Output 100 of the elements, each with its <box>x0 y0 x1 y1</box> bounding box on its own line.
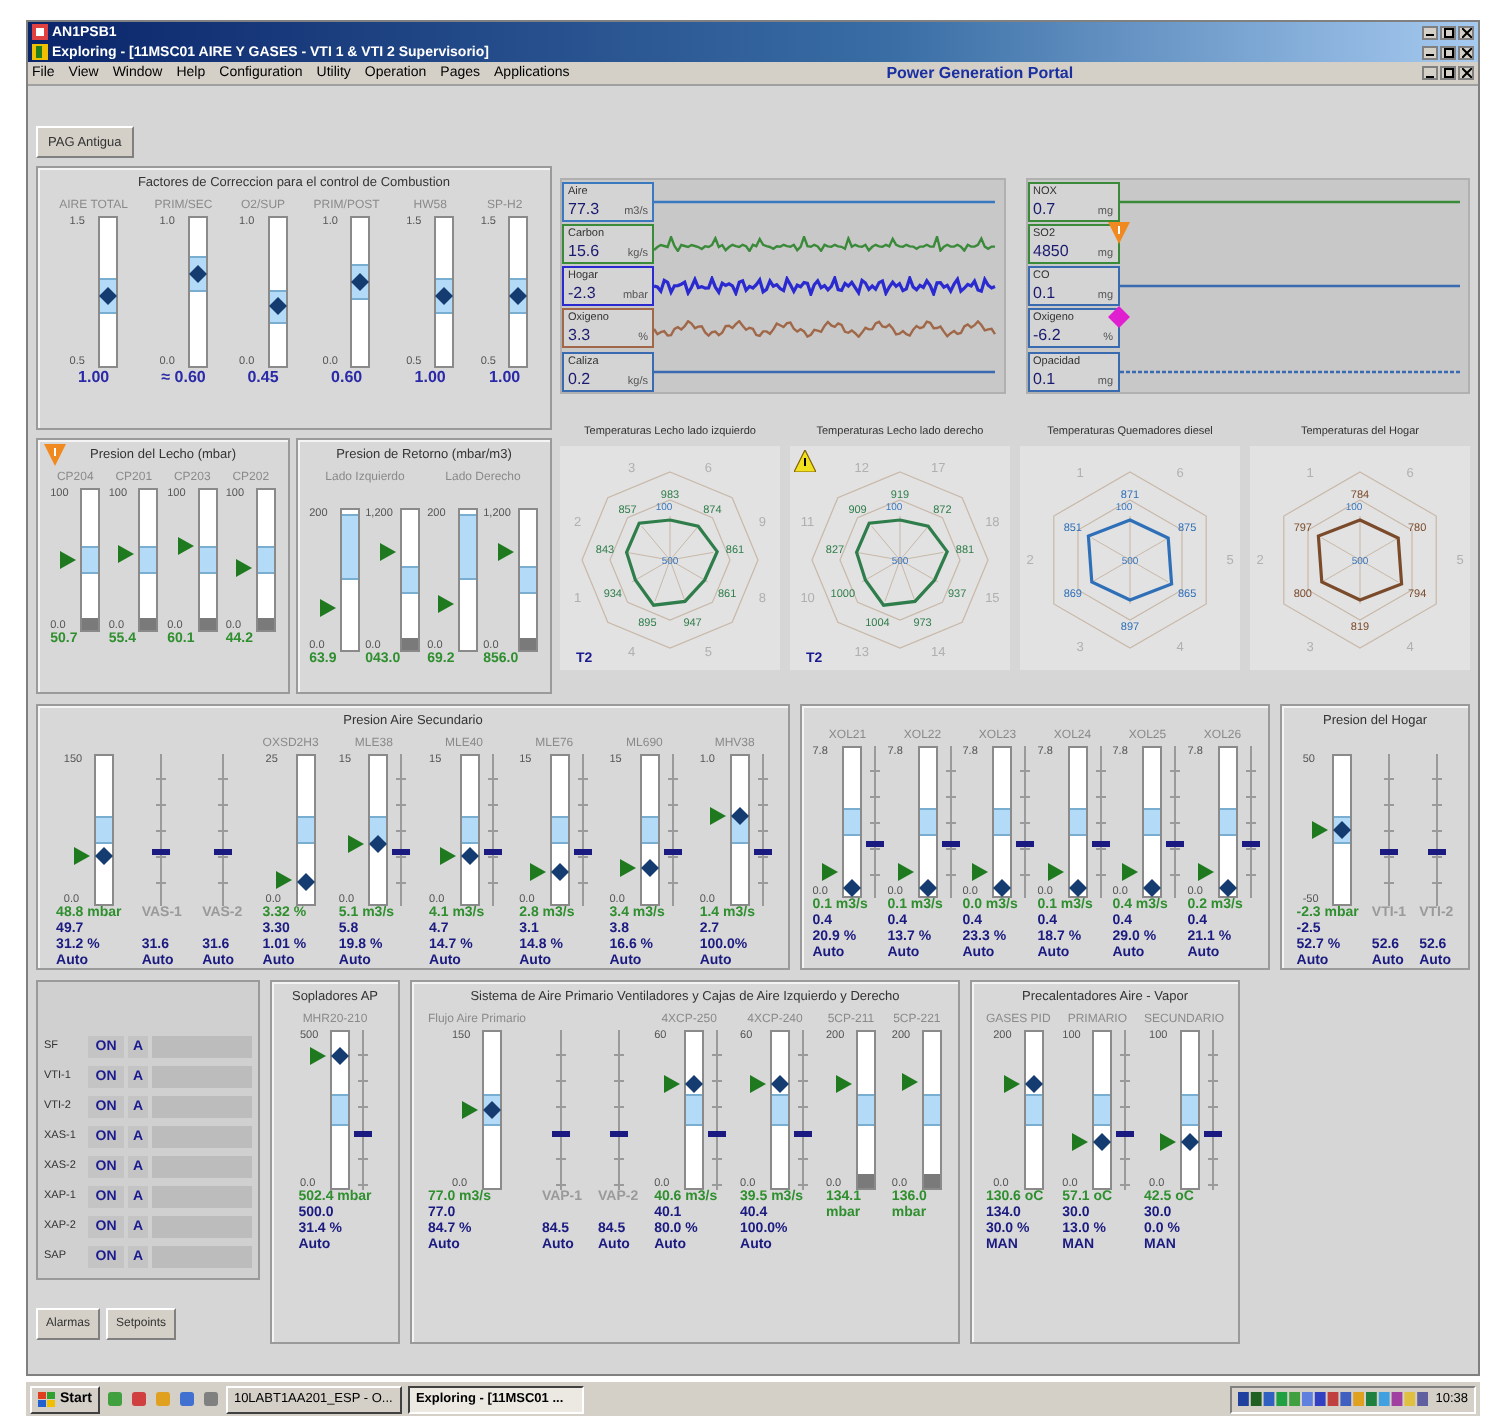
range-band <box>1094 1094 1111 1126</box>
range-band <box>844 807 861 837</box>
output-marker <box>1091 841 1110 848</box>
output-marker <box>213 849 232 856</box>
pointer-icon <box>664 1074 681 1093</box>
output-marker <box>1016 841 1035 848</box>
reading-text: 0.60 <box>331 368 363 388</box>
minimize-icon <box>1426 28 1434 36</box>
output-marker <box>1203 1131 1222 1137</box>
pointer-icon <box>972 863 989 882</box>
pointer-icon <box>619 858 636 876</box>
range-band <box>199 546 216 574</box>
range-band <box>686 1094 703 1126</box>
minimize-button[interactable] <box>1422 66 1438 80</box>
range-band <box>341 514 358 580</box>
tag-value: 77.3 <box>568 199 600 219</box>
maximize-icon <box>1443 68 1453 78</box>
pointer-icon <box>529 862 546 881</box>
pointer-icon <box>1312 821 1329 839</box>
range-band <box>1025 1094 1042 1126</box>
minimize-button[interactable] <box>1422 45 1438 59</box>
low-block <box>140 617 157 630</box>
range-band <box>459 514 476 580</box>
output-marker <box>866 841 885 848</box>
range-band <box>923 1094 940 1126</box>
range-band <box>402 566 419 594</box>
range-band <box>1181 1094 1198 1126</box>
output-marker <box>152 849 171 856</box>
portal-title: Power Generation Portal <box>886 64 1074 82</box>
low-block <box>923 1173 940 1188</box>
range-band <box>857 1094 874 1126</box>
output-marker <box>941 841 960 848</box>
pointer-icon <box>1072 1132 1089 1151</box>
output-marker <box>1427 849 1446 856</box>
reading-text: 1.00 <box>78 368 110 388</box>
close-button[interactable] <box>1458 66 1474 80</box>
range-band <box>461 815 478 845</box>
range-band <box>332 1094 348 1126</box>
output-marker <box>708 1131 727 1137</box>
diamond-icon <box>1107 306 1129 329</box>
pointer-icon <box>439 846 456 865</box>
output-marker <box>794 1131 813 1137</box>
alarm-triangle-icon <box>44 444 66 466</box>
range-band <box>297 815 314 845</box>
output-marker <box>483 849 502 856</box>
low-block <box>402 637 419 650</box>
pointer-icon <box>348 835 365 854</box>
tag-value: 0.1 <box>1033 284 1056 304</box>
pointer-icon <box>1159 1132 1176 1151</box>
range-band <box>82 546 99 574</box>
pointer-icon <box>461 1101 478 1119</box>
low-block <box>520 637 537 650</box>
alarm-triangle-icon <box>1107 221 1129 244</box>
output-marker <box>1116 1131 1135 1137</box>
output-marker <box>609 1131 628 1137</box>
pointer-icon <box>897 863 914 882</box>
tag-value: 0.1 <box>1033 369 1056 389</box>
pointer-icon <box>1003 1074 1020 1093</box>
output-marker <box>663 849 682 856</box>
range-band <box>1144 807 1161 837</box>
range-band <box>551 815 568 845</box>
range-band <box>1219 807 1236 837</box>
reading-text: 1.00 <box>489 368 521 388</box>
range-band <box>140 546 157 574</box>
pointer-icon <box>1047 863 1064 882</box>
low-block <box>199 617 216 630</box>
pointer-icon <box>750 1074 767 1093</box>
tag-value: 0.2 <box>568 369 591 389</box>
close-button[interactable] <box>1458 25 1474 39</box>
windows-flag-icon <box>38 1391 56 1407</box>
minimize-button[interactable] <box>1422 25 1438 39</box>
minimize-icon <box>1426 48 1434 56</box>
pointer-icon <box>1197 863 1214 882</box>
tag-value: -2.3 <box>568 284 596 304</box>
range-band <box>520 566 537 594</box>
close-button[interactable] <box>1458 45 1474 59</box>
range-band <box>772 1094 789 1126</box>
pointer-icon <box>310 1046 326 1065</box>
output-marker <box>573 849 592 856</box>
tag-value: -6.2 <box>1033 326 1061 347</box>
low-block <box>82 617 99 630</box>
output-marker <box>354 1131 372 1137</box>
pointer-icon <box>1122 863 1139 882</box>
tag-value: 0.7 <box>1033 199 1056 219</box>
pointer-icon <box>709 806 726 825</box>
pointer-icon <box>822 863 839 882</box>
close-icon <box>1461 68 1471 78</box>
range-band <box>1069 807 1086 837</box>
close-icon <box>1461 47 1471 57</box>
range-band <box>95 815 112 845</box>
output-marker <box>753 849 772 856</box>
reading-text: 0.45 <box>247 368 279 388</box>
tag-value: 3.3 <box>568 326 591 347</box>
output-marker <box>1379 849 1398 856</box>
range-band <box>919 807 936 837</box>
output-marker <box>1166 841 1185 848</box>
range-band <box>641 815 658 845</box>
range-band <box>994 807 1011 837</box>
warning-icon <box>794 450 816 472</box>
pointer-icon <box>73 846 90 865</box>
